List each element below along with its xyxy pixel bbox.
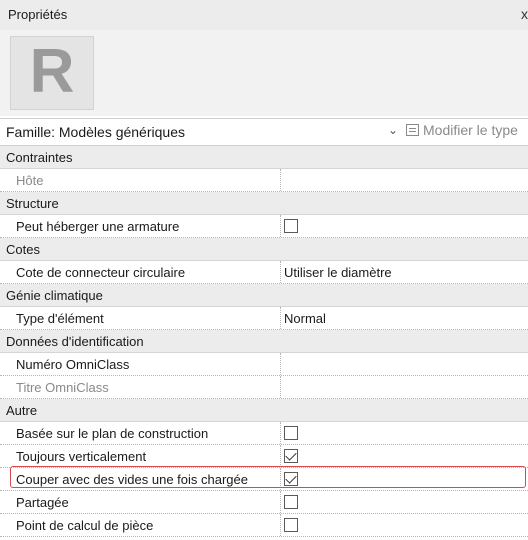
property-label: Type d'élément <box>16 311 104 326</box>
property-row-type-element[interactable]: Type d'élément Normal <box>0 307 528 330</box>
group-label: Cotes <box>6 242 40 257</box>
property-label: Couper avec des vides une fois chargée <box>16 472 248 487</box>
property-label: Hôte <box>16 173 44 188</box>
checkmark-icon <box>285 472 297 484</box>
property-label: Partagée <box>16 495 69 510</box>
property-value[interactable]: Normal <box>284 311 326 326</box>
group-label: Structure <box>6 196 59 211</box>
group-header-autre[interactable]: Autre <box>0 399 528 422</box>
armature-checkbox[interactable] <box>284 219 298 233</box>
edit-type-button[interactable]: Modifier le type <box>406 122 518 138</box>
type-preview-banner: R <box>0 30 528 116</box>
basee-plan-checkbox[interactable] <box>284 426 298 440</box>
toujours-verticalement-checkbox[interactable] <box>284 449 298 463</box>
property-row-basee-plan[interactable]: Basée sur le plan de construction <box>0 422 528 445</box>
panel-title: Propriétés <box>8 7 68 22</box>
property-row-omniclass-titre[interactable]: Titre OmniClass <box>0 376 528 399</box>
property-label: Basée sur le plan de construction <box>16 426 209 441</box>
property-row-omniclass-numero[interactable]: Numéro OmniClass <box>0 353 528 376</box>
group-header-identification[interactable]: Données d'identification <box>0 330 528 353</box>
group-header-genie[interactable]: Génie climatique <box>0 284 528 307</box>
property-row-connecteur[interactable]: Cote de connecteur circulaire Utiliser l… <box>0 261 528 284</box>
properties-titlebar: Propriétés x <box>0 0 528 30</box>
property-row-partagee[interactable]: Partagée <box>0 491 528 514</box>
edit-type-label: Modifier le type <box>423 122 518 138</box>
property-label: Titre OmniClass <box>16 380 109 395</box>
property-label: Cote de connecteur circulaire <box>16 265 186 280</box>
property-row-armature[interactable]: Peut héberger une armature <box>0 215 528 238</box>
point-calcul-checkbox[interactable] <box>284 518 298 532</box>
property-label: Peut héberger une armature <box>16 219 180 234</box>
group-label: Génie climatique <box>6 288 103 303</box>
chevron-down-icon[interactable]: ⌄ <box>388 123 398 137</box>
property-label: Numéro OmniClass <box>16 357 130 372</box>
type-selector[interactable]: Famille: Modèles génériques ⌄ Modifier l… <box>0 118 528 146</box>
properties-grid: Contraintes Hôte Structure Peut héberger… <box>0 146 528 537</box>
checkmark-icon <box>285 449 297 461</box>
edit-type-icon <box>406 124 419 136</box>
close-icon[interactable]: x <box>521 6 528 22</box>
group-header-cotes[interactable]: Cotes <box>0 238 528 261</box>
family-type-label: Famille: Modèles génériques <box>6 124 185 140</box>
property-row-toujours-verticalement[interactable]: Toujours verticalement <box>0 445 528 468</box>
property-row-point-calcul[interactable]: Point de calcul de pièce <box>0 514 528 537</box>
property-row-couper-vides[interactable]: Couper avec des vides une fois chargée <box>0 468 528 491</box>
group-label: Données d'identification <box>6 334 144 349</box>
couper-vides-checkbox[interactable] <box>284 472 298 486</box>
group-label: Autre <box>6 403 38 418</box>
group-header-contraintes[interactable]: Contraintes <box>0 146 528 169</box>
partagee-checkbox[interactable] <box>284 495 298 509</box>
revit-logo-icon: R <box>10 36 94 110</box>
property-label: Point de calcul de pièce <box>16 518 154 533</box>
group-label: Contraintes <box>6 150 73 165</box>
property-label: Toujours verticalement <box>16 449 147 464</box>
property-row-hote[interactable]: Hôte <box>0 169 528 192</box>
group-header-structure[interactable]: Structure <box>0 192 528 215</box>
property-value[interactable]: Utiliser le diamètre <box>284 265 392 280</box>
